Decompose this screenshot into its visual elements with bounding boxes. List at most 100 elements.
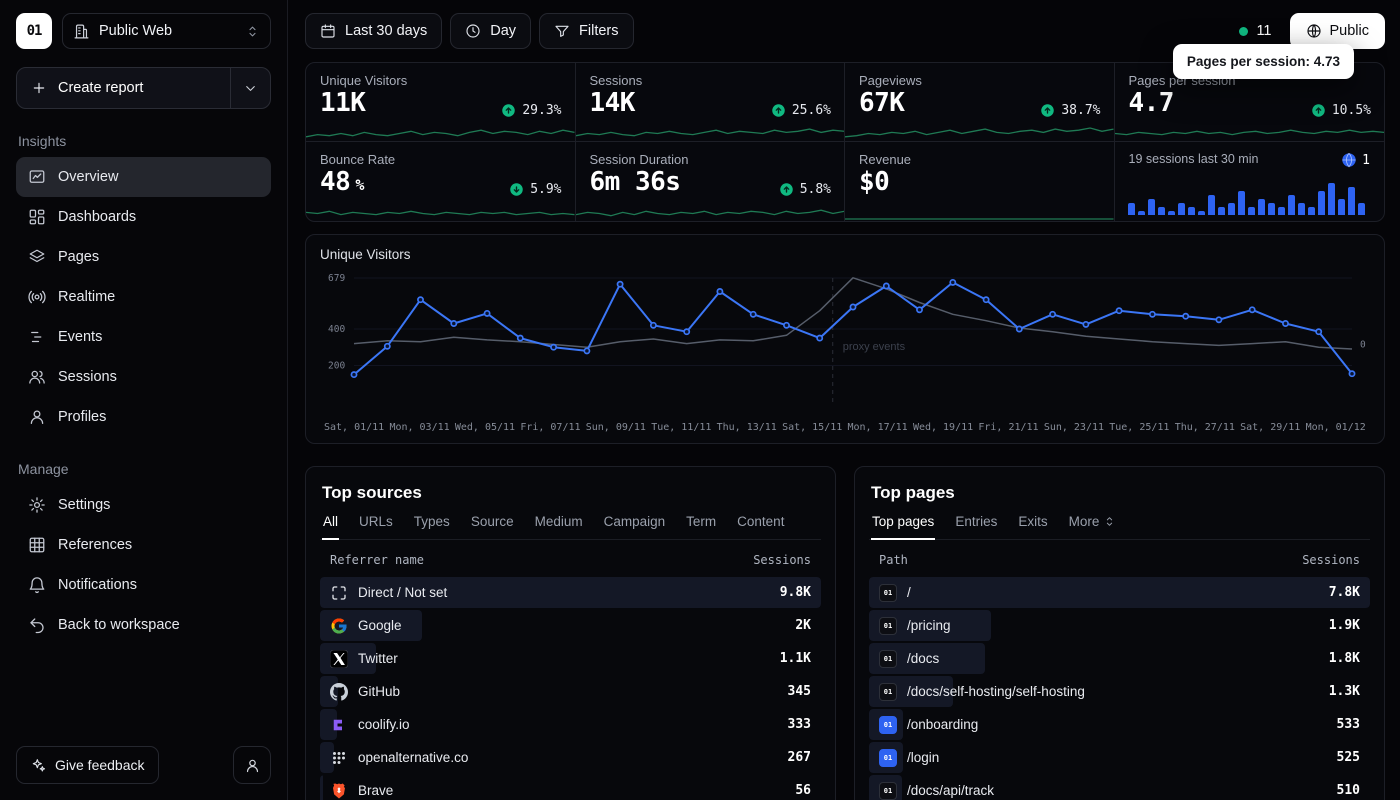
live-visitors-badge[interactable]: 11	[1229, 23, 1281, 39]
metric-title: Sessions	[590, 73, 831, 88]
live-bar	[1358, 203, 1365, 215]
tab-campaign[interactable]: Campaign	[603, 514, 667, 540]
table-row-docs[interactable]: 01/docs1.8K	[869, 643, 1370, 674]
metric-card-bounce-rate[interactable]: Bounce Rate48%5.9%	[306, 142, 576, 221]
chart-x-axis: Sat, 01/11Mon, 03/11Wed, 05/11Fri, 07/11…	[320, 422, 1370, 433]
top-pages-card: Top pages Top pagesEntriesExitsMore Path…	[854, 466, 1385, 800]
openpanel-favicon: 01	[879, 650, 897, 668]
table-row-[interactable]: 01/7.8K	[869, 577, 1370, 608]
row-value-bar	[320, 775, 323, 800]
create-report-menu-button[interactable]	[230, 68, 270, 108]
table-row-login[interactable]: 01/login525	[869, 742, 1370, 773]
table-row-docs-api-track[interactable]: 01/docs/api/track510	[869, 775, 1370, 800]
live-bar	[1158, 207, 1165, 215]
live-bar	[1298, 203, 1305, 215]
table-row-docs-self-hosting-self-hosting[interactable]: 01/docs/self-hosting/self-hosting1.3K	[869, 676, 1370, 707]
tab-label: Content	[737, 514, 784, 529]
sidebar-item-label: Profiles	[58, 409, 106, 425]
table-row-direct-not-set[interactable]: Direct / Not set9.8K	[320, 577, 821, 608]
column-sessions: Sessions	[1302, 553, 1360, 567]
references-icon	[28, 536, 46, 554]
metric-card-sessions[interactable]: Sessions14K25.6%	[576, 63, 846, 142]
tab-all[interactable]: All	[322, 514, 339, 540]
row-label: /docs/api/track	[907, 783, 994, 798]
metric-title: Bounce Rate	[320, 152, 561, 167]
tab-urls[interactable]: URLs	[358, 514, 394, 540]
metric-card-session-duration[interactable]: Session Duration6m 36s5.8%	[576, 142, 846, 221]
sidebar-item-label: Sessions	[58, 369, 117, 385]
interval-button[interactable]: Day	[450, 13, 531, 49]
sidebar-item-profiles[interactable]: Profiles	[16, 397, 271, 437]
sidebar-item-pages[interactable]: Pages	[16, 237, 271, 277]
tab-top-pages[interactable]: Top pages	[871, 514, 935, 540]
date-range-button[interactable]: Last 30 days	[305, 13, 442, 49]
row-value: 525	[1337, 750, 1360, 765]
row-label: coolify.io	[358, 717, 410, 732]
row-label: Twitter	[358, 651, 398, 666]
sidebar-item-notifications[interactable]: Notifications	[16, 565, 271, 605]
tab-medium[interactable]: Medium	[534, 514, 584, 540]
table-row-google[interactable]: Google2K	[320, 610, 821, 641]
tab-types[interactable]: Types	[413, 514, 451, 540]
sidebar-item-label: Realtime	[58, 289, 115, 305]
table-row-openalternative-co[interactable]: openalternative.co267	[320, 742, 821, 773]
tab-label: Types	[414, 514, 450, 529]
row-value: 7.8K	[1329, 585, 1360, 600]
x-axis-label: Tue, 25/11	[1109, 422, 1169, 433]
sidebar-item-overview[interactable]: Overview	[16, 157, 271, 197]
openpanel-favicon: 01	[879, 782, 897, 800]
row-label: Direct / Not set	[358, 585, 447, 600]
table-row-brave[interactable]: Brave56	[320, 775, 821, 800]
tab-entries[interactable]: Entries	[954, 514, 998, 540]
live-bar	[1278, 207, 1285, 215]
row-label: /pricing	[907, 618, 951, 633]
section-label-manage: Manage	[16, 461, 271, 477]
create-report-button[interactable]: Create report	[16, 67, 271, 109]
tab-source[interactable]: Source	[470, 514, 515, 540]
project-name: Public Web	[99, 23, 172, 39]
sidebar-item-dashboards[interactable]: Dashboards	[16, 197, 271, 237]
filters-button[interactable]: Filters	[539, 13, 633, 49]
table-row-twitter[interactable]: Twitter1.1K	[320, 643, 821, 674]
user-menu-button[interactable]	[233, 746, 271, 784]
sidebar-item-label: Notifications	[58, 577, 137, 593]
live-bar	[1238, 191, 1245, 215]
metric-card-unique-visitors[interactable]: Unique Visitors11K29.3%	[306, 63, 576, 142]
tab-term[interactable]: Term	[685, 514, 717, 540]
live-sessions-card[interactable]: 19 sessions last 30 min1	[1115, 142, 1385, 221]
sidebar-item-realtime[interactable]: Realtime	[16, 277, 271, 317]
sidebar-item-label: Dashboards	[58, 209, 136, 225]
filters-label: Filters	[579, 23, 618, 39]
metric-card-revenue[interactable]: Revenue$0	[845, 142, 1115, 221]
sidebar-item-label: Events	[58, 329, 102, 345]
sidebar-item-settings[interactable]: Settings	[16, 485, 271, 525]
metric-sparkline	[306, 205, 575, 221]
sidebar-item-sessions[interactable]: Sessions	[16, 357, 271, 397]
app-logo[interactable]: 01	[16, 13, 52, 49]
user-icon	[244, 757, 261, 774]
project-selector[interactable]: Public Web	[62, 13, 271, 49]
metric-change: 10.5%	[1311, 103, 1371, 118]
filter-icon	[554, 23, 570, 39]
live-bar	[1178, 203, 1185, 215]
sidebar-item-back-to-workspace[interactable]: Back to workspace	[16, 605, 271, 645]
give-feedback-button[interactable]: Give feedback	[16, 746, 159, 784]
table-row-coolify-io[interactable]: coolify.io333	[320, 709, 821, 740]
tab-exits[interactable]: Exits	[1017, 514, 1048, 540]
live-visitors-count: 11	[1256, 23, 1271, 39]
row-label: /login	[907, 750, 939, 765]
live-sessions-label: 19 sessions last 30 min	[1129, 152, 1259, 166]
tab-more[interactable]: More	[1068, 514, 1118, 540]
sidebar-item-references[interactable]: References	[16, 525, 271, 565]
table-row-github[interactable]: GitHub345	[320, 676, 821, 707]
table-row-pricing[interactable]: 01/pricing1.9K	[869, 610, 1370, 641]
tab-label: All	[323, 514, 338, 529]
tab-label: Source	[471, 514, 514, 529]
tab-content[interactable]: Content	[736, 514, 785, 540]
sidebar-item-events[interactable]: Events	[16, 317, 271, 357]
row-label: /docs/self-hosting/self-hosting	[907, 684, 1085, 699]
chart-canvas: 679400200proxy events0	[320, 270, 1368, 412]
unique-visitors-chart[interactable]: 679400200proxy events0	[320, 270, 1370, 415]
metric-card-pageviews[interactable]: Pageviews67K38.7%	[845, 63, 1115, 142]
table-row-onboarding[interactable]: 01/onboarding533	[869, 709, 1370, 740]
